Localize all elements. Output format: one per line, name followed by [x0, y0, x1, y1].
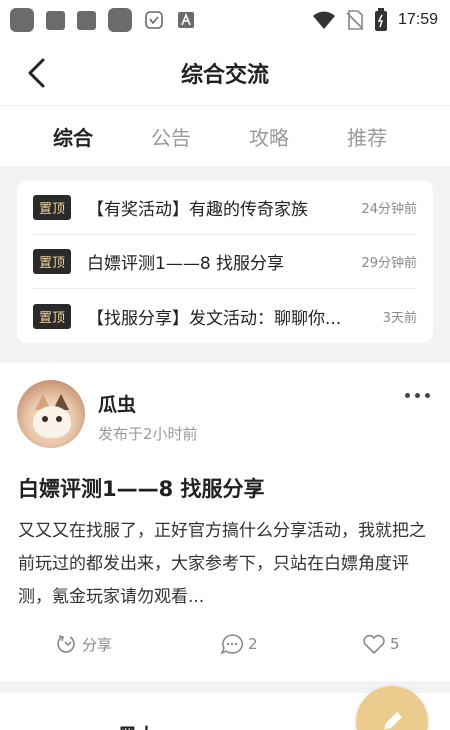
- tab-bar: 综合 公告 攻略 推荐: [0, 106, 450, 166]
- share-icon: [57, 635, 75, 653]
- pinned-post-time: 29分钟前: [361, 256, 417, 271]
- chevron-left-icon: [28, 58, 45, 88]
- clock: 17:59: [397, 11, 438, 28]
- like-button[interactable]: 5: [362, 633, 400, 655]
- author-name[interactable]: 瓜虫: [98, 390, 136, 417]
- tab-announcements[interactable]: 公告: [122, 122, 220, 151]
- pinned-post-title: 白嫖评测1——8 找服分享: [87, 254, 285, 274]
- status-bar: 17:59: [0, 0, 450, 40]
- pinned-post-title: 【找服分享】发文活动：聊聊你...: [87, 308, 342, 329]
- app-notification-icon: [77, 10, 96, 30]
- tab-recommended[interactable]: 推荐: [318, 122, 416, 151]
- text-app-icon: [176, 10, 196, 30]
- pinned-post-row[interactable]: 置顶 【找服分享】发文活动：聊聊你... 3天前: [33, 289, 417, 343]
- pinned-post-title: 【有奖活动】有趣的传奇家族: [87, 200, 309, 220]
- avatar[interactable]: [17, 380, 85, 448]
- wifi-icon: [312, 11, 335, 29]
- pinned-posts-card: 置顶 【有奖活动】有趣的传奇家族 24分钟前 置顶 白嫖评测1——8 找服分享 …: [17, 181, 433, 343]
- pinned-badge: 置顶: [33, 195, 72, 220]
- heart-badge-icon: [144, 10, 164, 30]
- post-card[interactable]: 瓜虫 发布于2小时前 白嫖评测1——8 找服分享 又又又在找服了，正好官方搞什么…: [0, 363, 450, 681]
- pinned-badge: 置顶: [33, 303, 72, 329]
- post-excerpt[interactable]: 又又又在找服了，正好官方搞什么分享活动，我就把之前玩过的都发出来，大家参考下，只…: [18, 515, 428, 614]
- like-count: 5: [390, 635, 400, 653]
- back-button[interactable]: [18, 55, 54, 91]
- pinned-post-time: 24分钟前: [361, 202, 417, 217]
- post-actions: 分享 2 5: [0, 633, 450, 663]
- tab-guides[interactable]: 攻略: [220, 122, 318, 151]
- comment-button[interactable]: 2: [220, 633, 258, 655]
- pencil-icon: [383, 712, 402, 730]
- app-notification-icon: [46, 10, 65, 30]
- screen: 17:59 综合交流 综合 公告 攻略 推荐 置顶 【有奖活动】有趣的传奇家族 …: [0, 0, 450, 730]
- top-nav-bar: 综合交流: [0, 40, 450, 106]
- app-notification-icon: [108, 8, 132, 32]
- post-title[interactable]: 白嫖评测1——8 找服分享: [18, 473, 265, 503]
- post-timestamp: 发布于2小时前: [98, 425, 198, 443]
- more-options-button[interactable]: [405, 393, 430, 398]
- pinned-post-row[interactable]: 置顶 白嫖评测1——8 找服分享 29分钟前: [33, 235, 417, 289]
- comment-count: 2: [248, 635, 258, 653]
- share-label: 分享: [82, 635, 113, 654]
- battery-icon: [374, 8, 387, 31]
- pinned-post-time: 3天前: [382, 310, 417, 326]
- tab-general[interactable]: 综合: [24, 122, 122, 151]
- comment-icon: [220, 634, 244, 655]
- page-title: 综合交流: [180, 62, 269, 88]
- share-button[interactable]: 分享: [56, 633, 112, 655]
- author-name[interactable]: 黑大: [118, 721, 156, 730]
- no-sim-icon: [346, 10, 364, 30]
- pinned-badge: 置顶: [33, 249, 72, 274]
- app-notification-icon: [10, 8, 34, 32]
- heart-icon: [363, 634, 385, 654]
- pinned-post-row[interactable]: 置顶 【有奖活动】有趣的传奇家族 24分钟前: [33, 181, 417, 235]
